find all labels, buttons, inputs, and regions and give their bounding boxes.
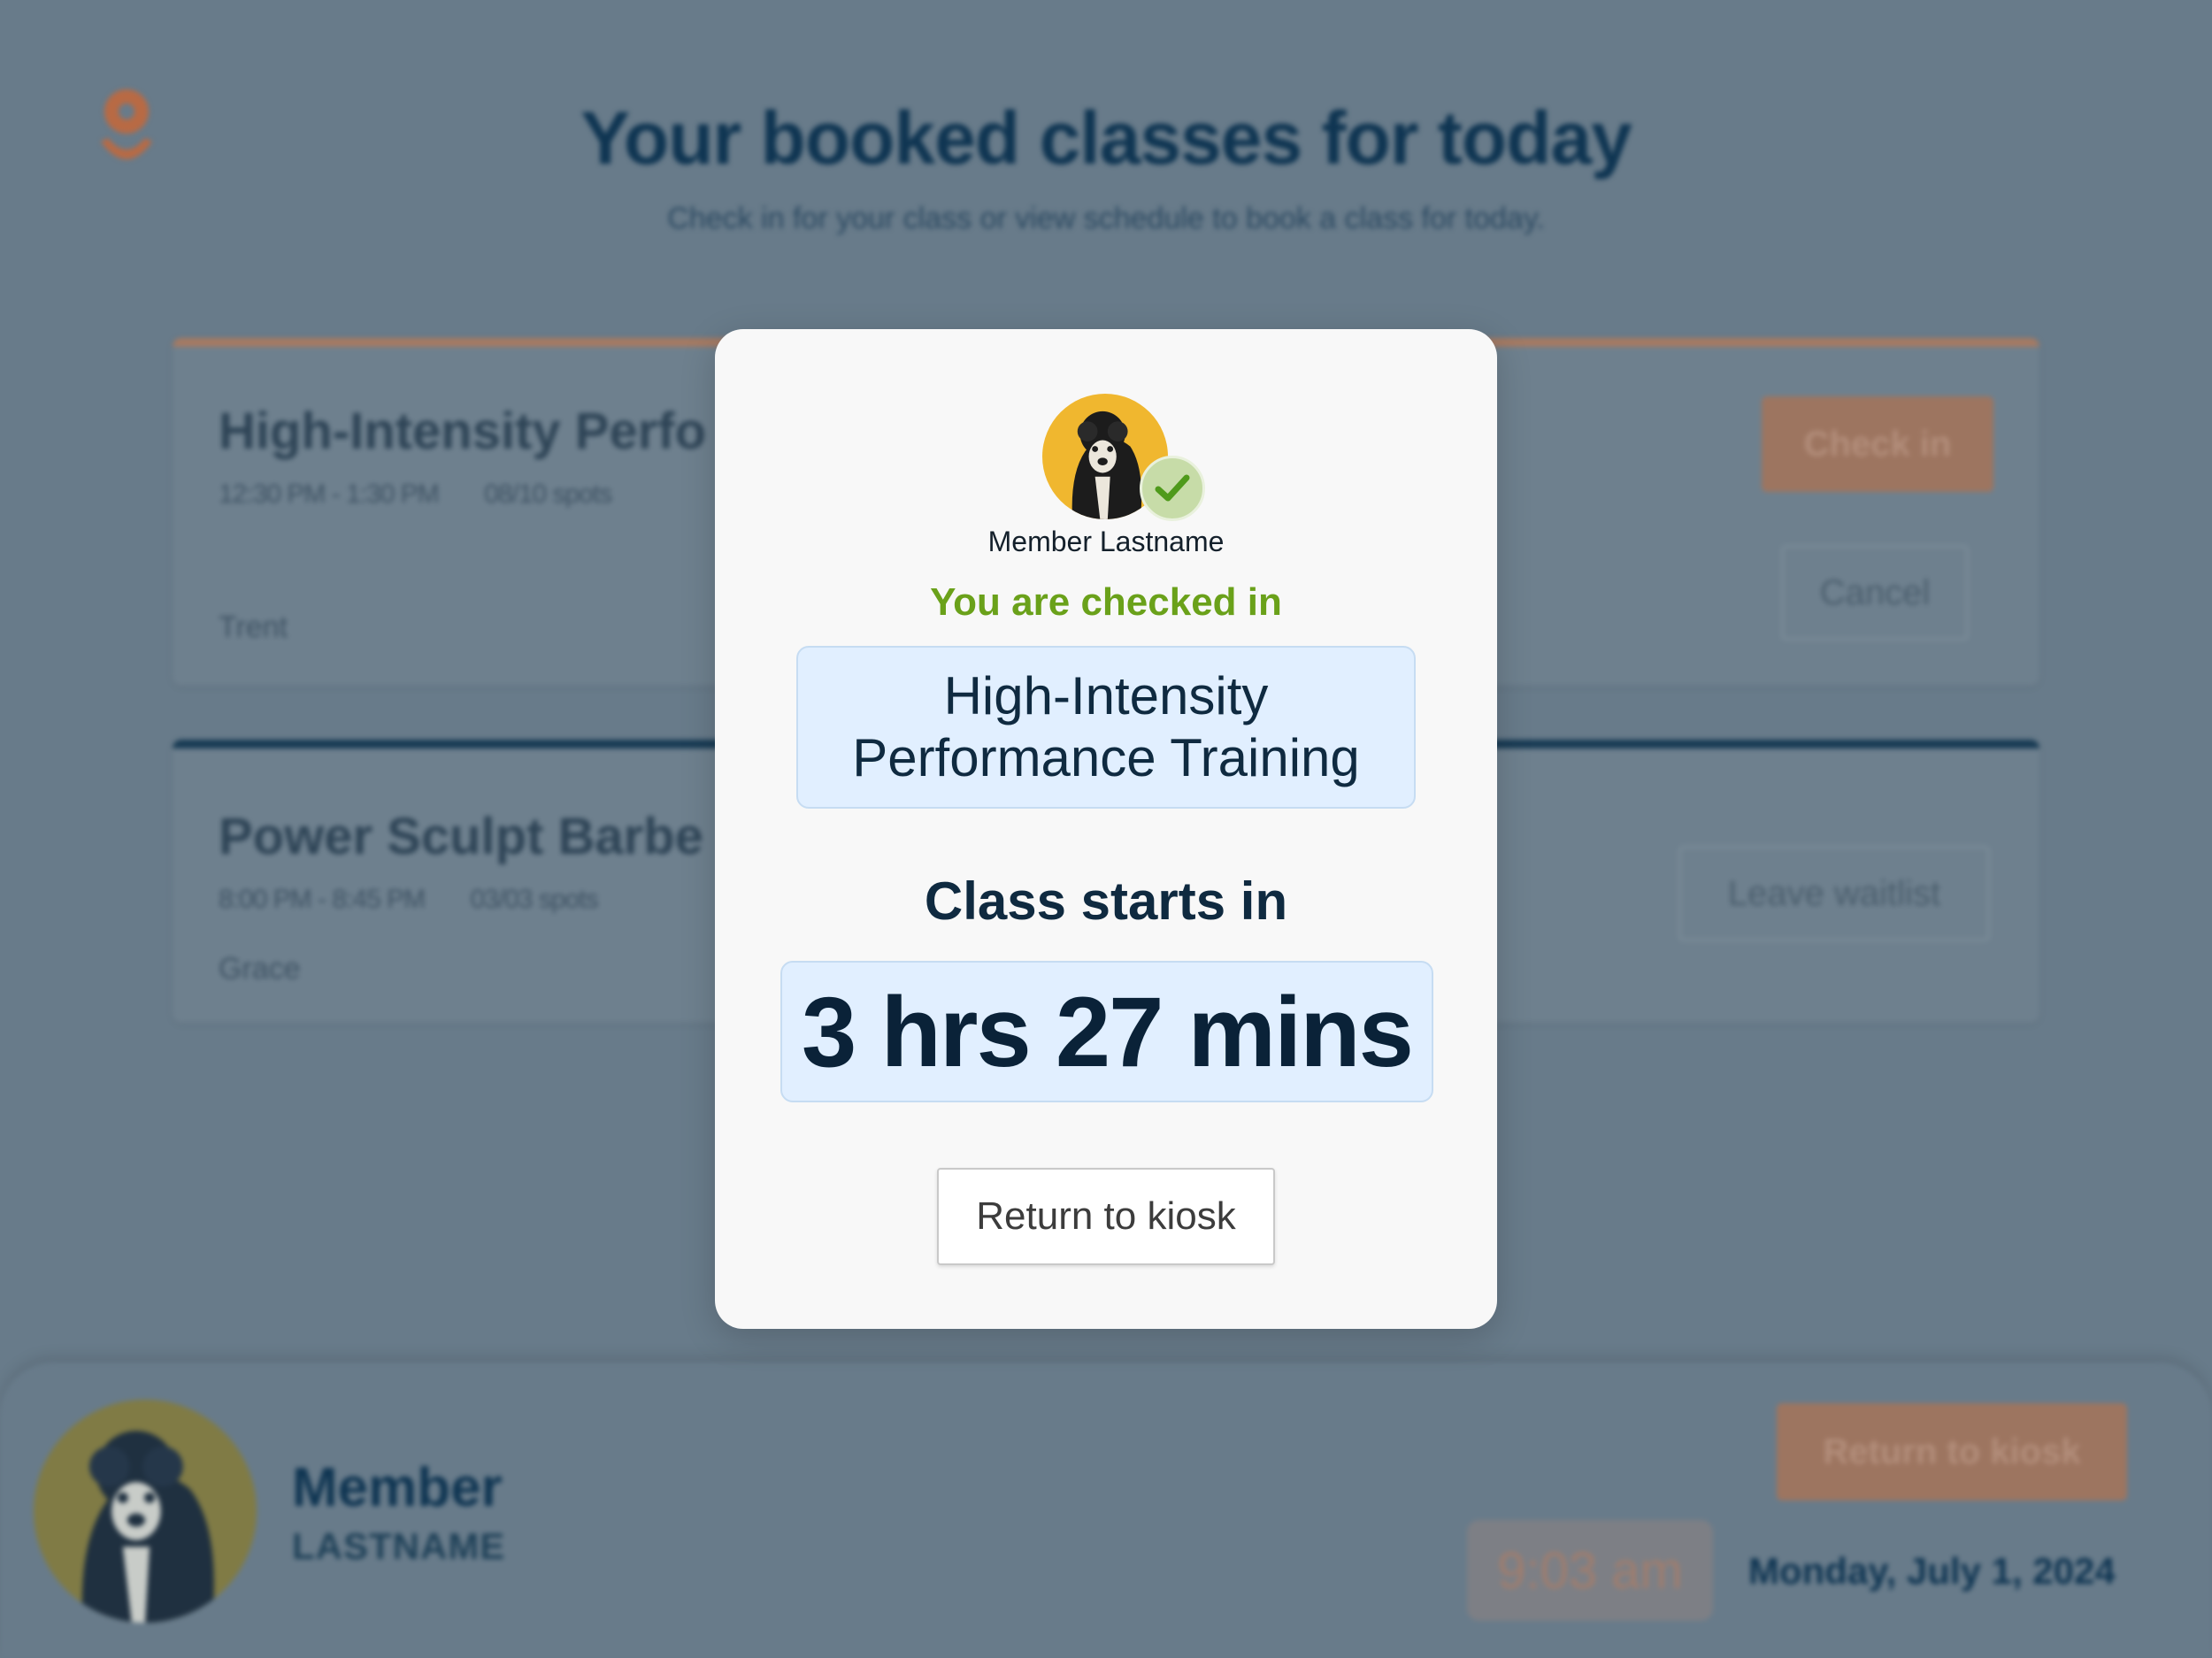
check-in-button[interactable]: Check in [1762,396,1993,492]
cancel-button[interactable]: Cancel [1781,545,1969,641]
class-name-box: High-Intensity Performance Training [796,646,1416,809]
page-title: Your booked classes for today [580,96,1632,180]
avatar [34,1400,257,1623]
class-spots: 03/03 spots [470,885,598,914]
check-in-confirmation-modal: Member Lastname You are checked in High-… [715,329,1497,1329]
class-spots: 08/10 spots [484,480,612,509]
page-subtitle: Check in for your class or view schedule… [667,202,1545,235]
dog-avatar-icon [34,1400,257,1623]
class-name: High-Intensity Perfo [219,403,707,460]
current-date: Monday, July 1, 2024 [1748,1550,2116,1592]
class-instructor: Trent [219,610,288,644]
class-starts-label: Class starts in [924,871,1288,931]
class-name: Power Sculpt Barbe [219,808,703,865]
class-meta: 8:00 PM - 8:45 PM 03/03 spots [219,885,599,915]
checked-in-status: You are checked in [930,580,1282,624]
member-bar: Member LASTNAME Return to kiosk 9:03 am … [0,1362,2212,1658]
modal-avatar-group [1042,394,1205,523]
member-first-name: Member [292,1457,503,1518]
return-to-kiosk-button[interactable]: Return to kiosk [1777,1403,2127,1501]
countdown-timer: 3 hrs 27 mins [780,961,1433,1102]
class-meta: 12:30 PM - 1:30 PM 08/10 spots [219,480,612,510]
class-time: 12:30 PM - 1:30 PM [219,480,440,509]
member-last-name: LASTNAME [292,1525,506,1567]
member-name: Member Lastname [987,526,1225,557]
current-time: 9:03 am [1467,1520,1713,1621]
class-time: 8:00 PM - 8:45 PM [219,885,426,914]
return-to-kiosk-button[interactable]: Return to kiosk [937,1168,1275,1265]
check-icon [1140,456,1205,521]
class-instructor: Grace [219,952,301,986]
leave-waitlist-button[interactable]: Leave waitlist [1678,846,1990,941]
